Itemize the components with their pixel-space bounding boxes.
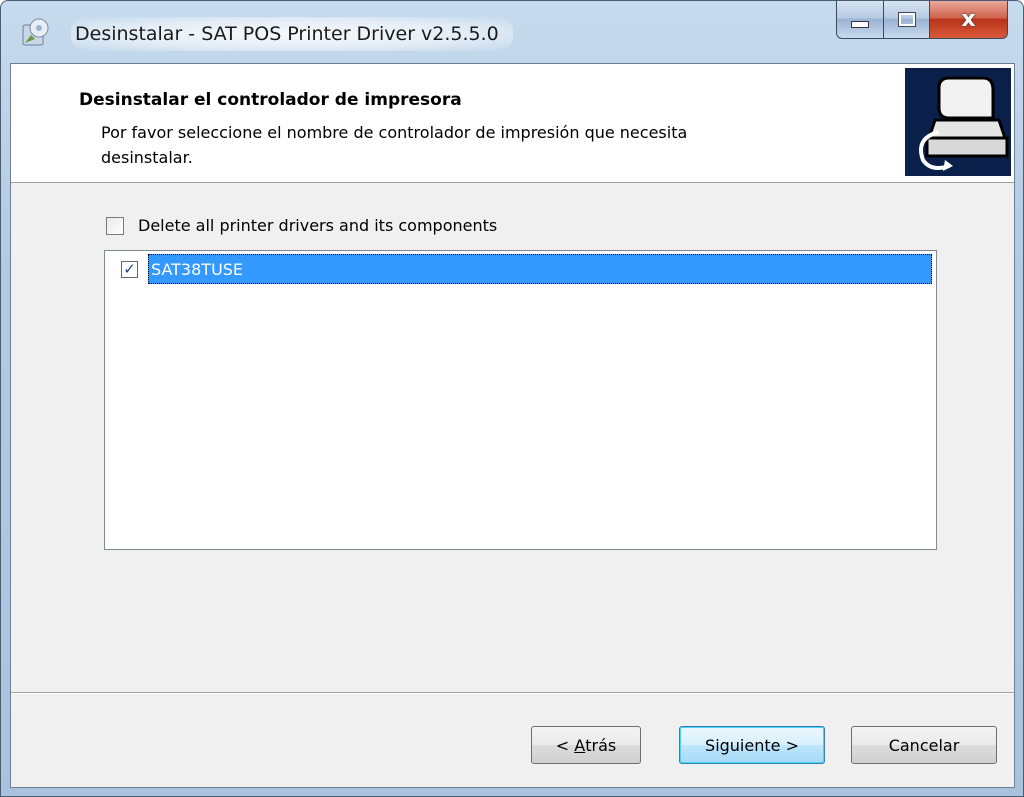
page-title: Desinstalar el controlador de impresora	[79, 90, 462, 110]
title-bar[interactable]: Desinstalar - SAT POS Printer Driver v2.…	[1, 1, 1023, 61]
uninstall-wizard-window: Desinstalar - SAT POS Printer Driver v2.…	[0, 0, 1024, 797]
delete-all-checkbox[interactable]	[106, 216, 124, 235]
back-button-mnemonic: A	[574, 735, 586, 755]
next-button[interactable]: Siguiente >	[679, 726, 825, 764]
driver-checkbox[interactable]: ✓	[121, 259, 138, 278]
minimize-icon	[851, 21, 869, 28]
installer-disc-icon	[22, 18, 49, 46]
driver-list[interactable]: ✓ SAT38TUSE	[104, 250, 937, 550]
cancel-button[interactable]: Cancelar	[851, 726, 997, 764]
back-button[interactable]: < Atrás	[531, 726, 641, 764]
wizard-header: Desinstalar el controlador de impresora …	[11, 64, 1014, 183]
close-icon: x	[961, 7, 976, 32]
driver-name: SAT38TUSE	[151, 259, 244, 279]
driver-selection-highlight[interactable]: SAT38TUSE	[148, 254, 932, 284]
delete-all-label[interactable]: Delete all printer drivers and its compo…	[138, 216, 497, 235]
printer-uninstall-icon	[905, 68, 1011, 176]
page-description-line1: Por favor seleccione el nombre de contro…	[101, 123, 688, 142]
minimize-button[interactable]	[836, 1, 884, 39]
window-title: Desinstalar - SAT POS Printer Driver v2.…	[71, 17, 513, 51]
list-item[interactable]: ✓ SAT38TUSE	[107, 254, 932, 284]
page-description-line2: desinstalar.	[101, 148, 193, 167]
back-button-prefix: <	[555, 735, 575, 755]
close-button[interactable]: x	[930, 1, 1008, 39]
back-button-rest: trás	[585, 735, 617, 755]
maximize-icon	[898, 13, 915, 26]
caption-buttons: x	[836, 1, 1008, 43]
wizard-client-area: Desinstalar el controlador de impresora …	[10, 63, 1015, 788]
footer-divider	[11, 692, 1014, 694]
maximize-button[interactable]	[884, 1, 930, 39]
delete-all-option[interactable]: Delete all printer drivers and its compo…	[106, 216, 497, 235]
checkmark-icon: ✓	[123, 259, 136, 278]
